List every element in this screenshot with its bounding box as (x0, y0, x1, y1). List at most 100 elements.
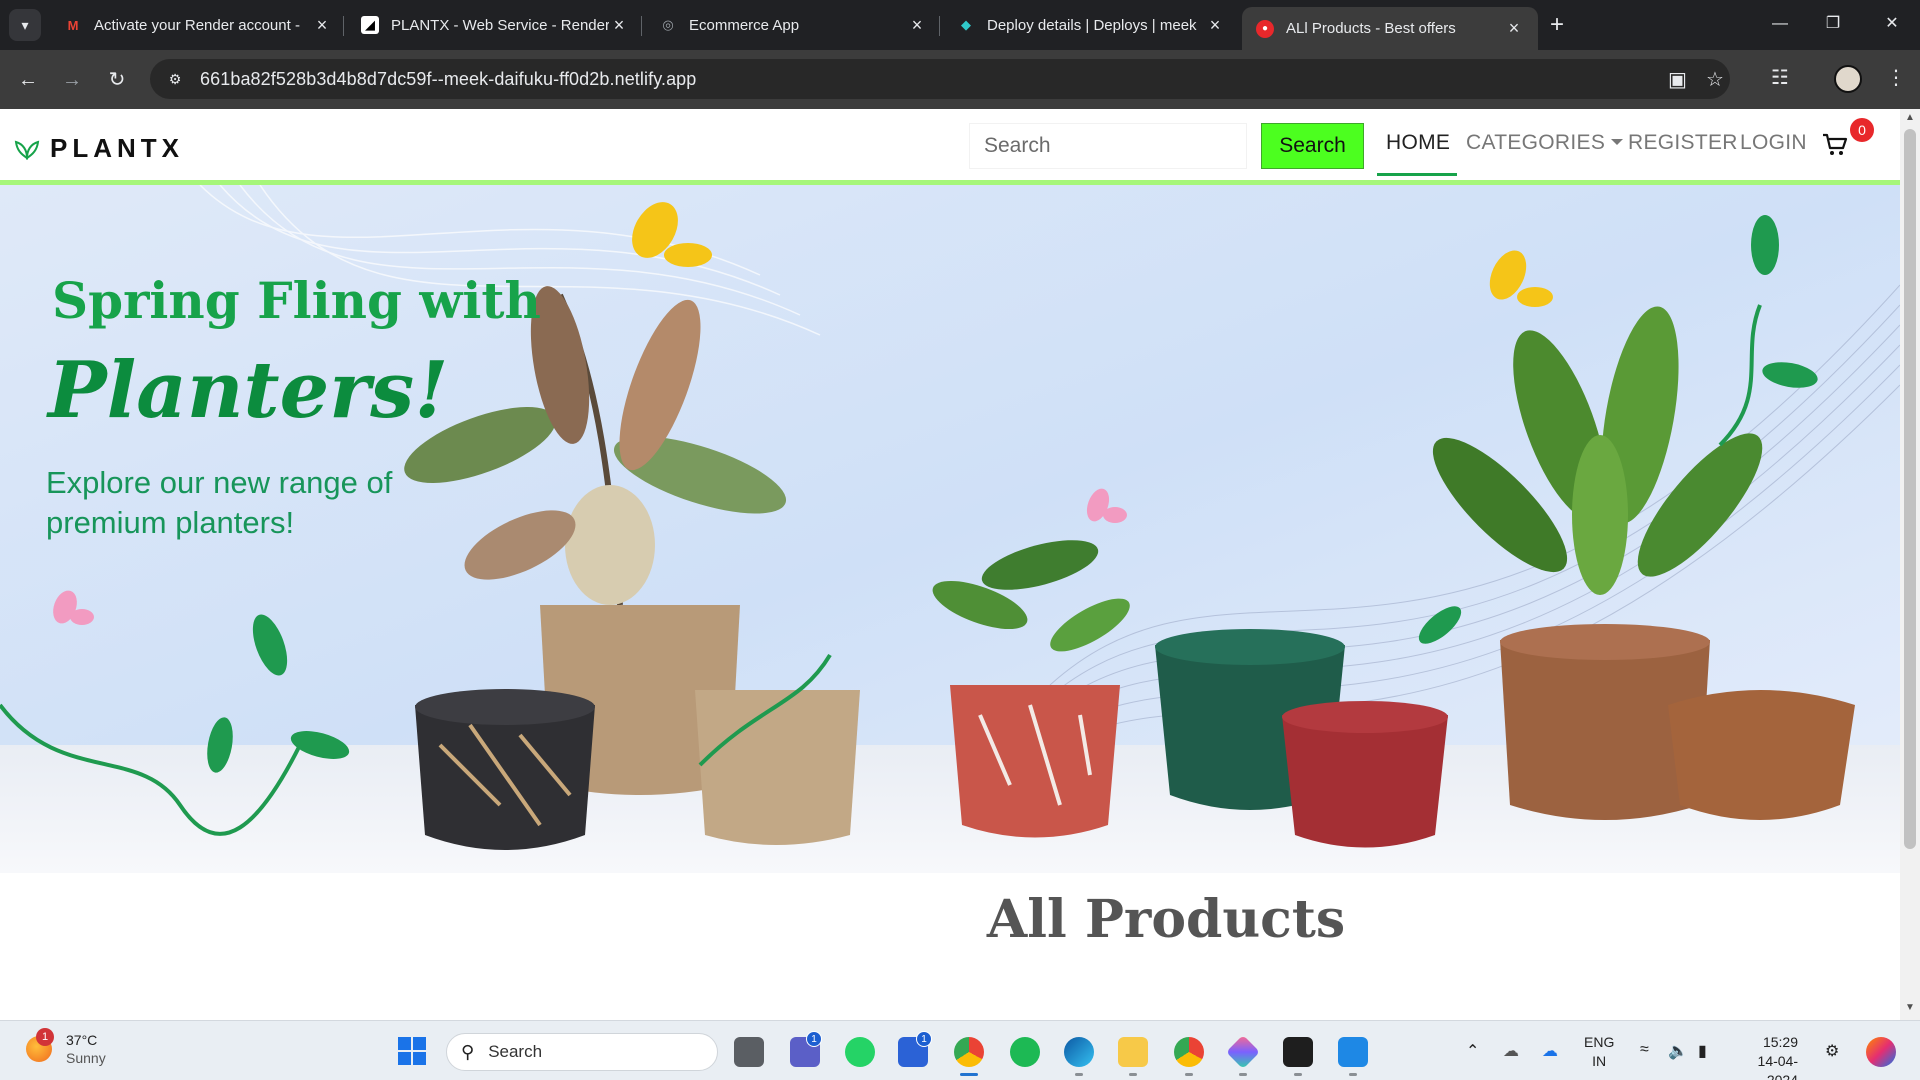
reload-icon[interactable]: ↻ (101, 64, 133, 96)
nav-login[interactable]: LOGIN (1740, 131, 1807, 155)
close-tab-icon[interactable]: × (312, 15, 332, 36)
tab-netlify-deploy[interactable]: ◆ Deploy details | Deploys | meek × (943, 7, 1239, 43)
active-app-indicator (960, 1073, 978, 1076)
tab-divider (641, 16, 642, 36)
running-app-indicator (1075, 1073, 1083, 1076)
chevron-up-icon[interactable]: ⌃ (1466, 1041, 1479, 1061)
site-icon: ● (1256, 19, 1274, 38)
region-code: IN (1592, 1053, 1607, 1069)
tab-gmail[interactable]: M Activate your Render account - × (50, 7, 346, 43)
tab-title: PLANTX - Web Service - Render (391, 16, 609, 34)
address-bar[interactable]: ⚙ 661ba82f528b3d4b8d7dc59f--meek-daifuku… (150, 59, 1730, 99)
nav-active-indicator (1377, 173, 1457, 176)
tab-render[interactable]: ◢ PLANTX - Web Service - Render × (347, 7, 643, 43)
cloud-icon[interactable]: ☁ (1503, 1041, 1519, 1061)
weather-widget[interactable]: 1 37°C Sunny (26, 1028, 106, 1067)
terminal-icon[interactable] (1283, 1037, 1313, 1067)
all-products-heading: All Products (986, 889, 1346, 950)
task-view-icon[interactable] (734, 1037, 764, 1067)
tab-divider (343, 16, 344, 36)
tab-search-icon[interactable]: ▾ (9, 9, 41, 41)
running-app-indicator (1185, 1073, 1193, 1076)
wifi-icon[interactable]: ≈ (1640, 1041, 1649, 1059)
notification-badge: 1 (36, 1028, 54, 1046)
render-icon: ◢ (361, 16, 379, 34)
tab-title: ALl Products - Best offers (1286, 20, 1456, 37)
netlify-icon: ◆ (961, 17, 971, 32)
forward-icon[interactable]: → (56, 64, 88, 96)
vscode-icon[interactable] (1338, 1037, 1368, 1067)
volume-icon[interactable]: 🔈 (1668, 1041, 1688, 1061)
battery-icon[interactable]: ▮ (1698, 1041, 1707, 1061)
close-tab-icon[interactable]: × (1205, 15, 1225, 36)
hero-subtitle: Explore our new range of premium planter… (46, 465, 393, 540)
browser-tab-bar: ▾ M Activate your Render account - × ◢ P… (0, 0, 1920, 50)
close-tab-icon[interactable]: × (609, 15, 629, 36)
tab-all-products[interactable]: ● ALl Products - Best offers × (1242, 7, 1538, 50)
language-indicator[interactable]: ENG IN (1584, 1033, 1614, 1071)
brand-logo[interactable]: PLANTX (14, 133, 184, 164)
weather-temperature: 37°C (66, 1032, 98, 1048)
app-diamond-icon[interactable] (1226, 1035, 1260, 1069)
gmail-icon: M (67, 17, 79, 33)
nav-categories[interactable]: CATEGORIES (1466, 131, 1624, 155)
spotify-icon[interactable] (1010, 1037, 1040, 1067)
site-navbar: PLANTX Search HOME CATEGORIES REGISTER L… (0, 109, 1900, 185)
close-tab-icon[interactable]: × (907, 15, 927, 36)
caret-down-icon (1611, 139, 1624, 145)
onedrive-icon[interactable]: ☁ (1542, 1041, 1558, 1061)
copilot-icon[interactable] (1866, 1037, 1896, 1067)
teams-badge: 1 (806, 1031, 822, 1047)
chrome-icon[interactable] (954, 1037, 984, 1067)
scrollbar-thumb[interactable] (1904, 129, 1916, 849)
running-app-indicator (1294, 1073, 1302, 1076)
search-button[interactable]: Search (1261, 123, 1364, 169)
brand-name: PLANTX (50, 133, 184, 163)
chrome-profile-icon[interactable] (1174, 1037, 1204, 1067)
notifications-icon[interactable]: ⚙ (1825, 1041, 1839, 1061)
page-scrollbar[interactable]: ▲ ▼ (1900, 109, 1920, 1020)
tab-ecommerce-app[interactable]: ◎ Ecommerce App × (645, 7, 941, 43)
taskbar-search[interactable]: ⚲ Search (446, 1033, 718, 1071)
browser-toolbar: ← → ↻ ⚙ 661ba82f528b3d4b8d7dc59f--meek-d… (0, 50, 1920, 109)
whatsapp-icon[interactable] (845, 1037, 875, 1067)
new-tab-button[interactable]: + (1542, 10, 1572, 40)
scroll-up-icon[interactable]: ▲ (1900, 112, 1920, 123)
tab-title: Ecommerce App (689, 16, 800, 34)
search-input[interactable] (969, 123, 1247, 169)
scroll-down-icon[interactable]: ▼ (1900, 1002, 1920, 1013)
extensions-icon[interactable]: ☷ (1771, 65, 1789, 90)
minimize-icon[interactable]: — (1752, 6, 1808, 42)
system-clock[interactable]: 15:29 14-04-2024 (1738, 1033, 1798, 1080)
tab-title: Deploy details | Deploys | meek (987, 16, 1197, 34)
nav-register[interactable]: REGISTER (1628, 131, 1738, 155)
close-tab-icon[interactable]: × (1504, 18, 1524, 39)
weather-condition: Sunny (66, 1050, 106, 1066)
search-icon: ⚲ (461, 1041, 475, 1062)
menu-icon[interactable]: ⋮ (1886, 65, 1906, 90)
hero-banner[interactable]: Spring Fling with Planters! Explore our … (0, 185, 1900, 873)
language-code: ENG (1584, 1034, 1615, 1050)
profile-avatar[interactable] (1834, 65, 1862, 93)
bookmark-star-icon[interactable]: ☆ (1706, 67, 1724, 92)
restore-icon[interactable]: ❐ (1805, 6, 1861, 42)
web-page: PLANTX Search HOME CATEGORIES REGISTER L… (0, 109, 1900, 1020)
store-badge: 1 (916, 1031, 932, 1047)
windows-start-icon[interactable] (398, 1037, 426, 1070)
url-text[interactable]: 661ba82f528b3d4b8d7dc59f--meek-daifuku-f… (200, 69, 696, 90)
clock-date: 14-04-2024 (1757, 1053, 1798, 1080)
cart-icon[interactable] (1822, 133, 1848, 162)
taskbar-search-label: Search (488, 1042, 543, 1061)
site-info-icon[interactable]: ⚙ (156, 71, 194, 88)
clock-time: 15:29 (1762, 1034, 1798, 1050)
running-app-indicator (1239, 1073, 1247, 1076)
globe-icon: ◎ (662, 17, 674, 32)
file-explorer-icon[interactable] (1118, 1037, 1148, 1067)
back-icon[interactable]: ← (12, 64, 44, 96)
close-window-icon[interactable]: ✕ (1864, 6, 1920, 42)
edge-icon[interactable] (1064, 1037, 1094, 1067)
nav-home[interactable]: HOME (1386, 131, 1450, 155)
install-icon[interactable]: ▣ (1668, 67, 1687, 92)
tab-divider (939, 16, 940, 36)
nav-categories-label: CATEGORIES (1466, 131, 1606, 154)
